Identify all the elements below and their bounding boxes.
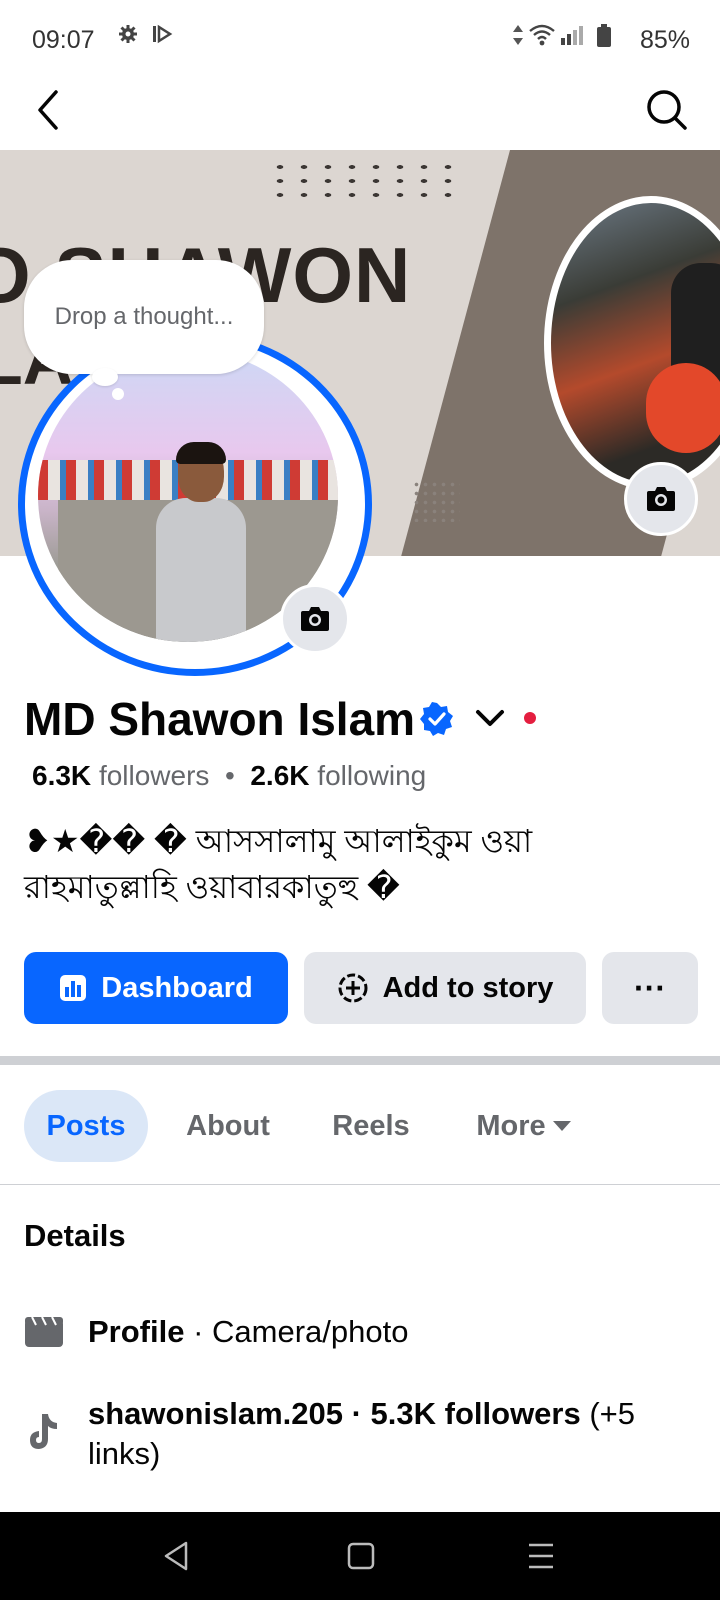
tab-more-label: More [476, 1109, 546, 1142]
back-button[interactable] [30, 84, 70, 134]
wifi-icon [528, 24, 556, 52]
nav-home-icon[interactable] [346, 1540, 376, 1577]
notification-dot [524, 712, 536, 724]
tab-about-label: About [186, 1109, 270, 1142]
nav-back-icon[interactable] [162, 1540, 190, 1577]
bio-line-2: রাহমাতুল্লাহি ওয়াবারকাতুহু � [24, 869, 400, 905]
verified-badge-icon [420, 702, 454, 736]
dashboard-button[interactable]: Dashboard [24, 952, 288, 1024]
system-navigation-bar [0, 1512, 720, 1600]
details-heading: Details [24, 1218, 126, 1253]
dashboard-icon [60, 975, 87, 1001]
detail-profile-row: Profile · Camera/photo [25, 1314, 409, 1350]
section-divider [0, 1056, 720, 1065]
tab-reels[interactable]: Reels [326, 1090, 416, 1162]
data-arrows-icon [512, 24, 524, 52]
tab-reels-label: Reels [332, 1109, 410, 1142]
tiktok-icon [24, 1412, 60, 1462]
pp-shirt [156, 498, 246, 642]
dashboard-label: Dashboard [101, 971, 253, 1004]
tab-posts-label: Posts [46, 1109, 126, 1142]
thought-bubble-placeholder: Drop a thought... [54, 303, 234, 330]
status-bar: 09:07 85% [0, 0, 720, 80]
stats-separator: • [224, 760, 235, 791]
more-options-button[interactable]: ··· [602, 952, 698, 1024]
profile-switcher-chevron-icon[interactable] [472, 700, 508, 736]
detail-profile-label: Profile [88, 1314, 185, 1349]
gear-icon [118, 24, 138, 50]
detail-tiktok-row[interactable]: shawonislam.205 · 5.3K followers (+5 lin… [30, 1394, 688, 1474]
bio-line-1: ❥★�� � আসসালামু আলাইকুম ওয়া [24, 823, 533, 859]
thought-bubble-tail [92, 368, 118, 386]
edit-profile-picture-button[interactable] [280, 584, 350, 654]
search-icon [647, 90, 687, 130]
back-arrow-icon [38, 90, 58, 130]
following-count: 2.6K [250, 760, 310, 791]
detail-tiktok-text: shawonislam.205 · 5.3K followers [88, 1396, 581, 1431]
following-label: following [317, 760, 427, 791]
pp-hair [176, 442, 226, 464]
media-icon [152, 24, 176, 50]
tab-more[interactable]: More [464, 1090, 584, 1162]
camera-icon [301, 607, 329, 631]
inset-guitar [646, 363, 720, 453]
more-options-icon: ··· [634, 969, 666, 1006]
nav-recents-icon[interactable] [526, 1540, 556, 1577]
detail-profile-category: · Camera/photo [193, 1314, 409, 1349]
add-to-story-button[interactable]: Add to story [304, 952, 586, 1024]
follow-stats[interactable]: 6.3K followers • 2.6K following [32, 760, 426, 792]
profile-bio: ❥★�� � আসসালামু আলাইকুম ওয়া রাহমাতুল্লা… [24, 818, 704, 910]
tab-posts[interactable]: Posts [24, 1090, 148, 1162]
cover-dot-pattern [268, 160, 458, 200]
status-time: 09:07 [32, 26, 95, 54]
tabs-divider [0, 1184, 720, 1185]
camera-icon [647, 487, 675, 511]
thought-bubble[interactable]: Drop a thought... [24, 260, 264, 374]
tab-about[interactable]: About [176, 1090, 280, 1162]
add-story-label: Add to story [382, 971, 554, 1004]
battery-percentage: 85% [639, 26, 690, 54]
caret-down-icon [552, 1121, 571, 1131]
search-button[interactable] [642, 84, 690, 134]
signal-icon [560, 24, 584, 52]
clapperboard-icon [24, 1316, 64, 1356]
add-story-icon [338, 973, 368, 1003]
cover-dot-pattern-small [412, 480, 460, 522]
profile-name: MD Shawon Islam [24, 693, 416, 745]
edit-cover-button[interactable] [624, 462, 698, 536]
thought-bubble-tail-small [112, 388, 124, 400]
battery-icon [596, 24, 612, 54]
followers-count: 6.3K [32, 760, 92, 791]
pp-person [156, 442, 246, 642]
followers-label: followers [98, 760, 210, 791]
